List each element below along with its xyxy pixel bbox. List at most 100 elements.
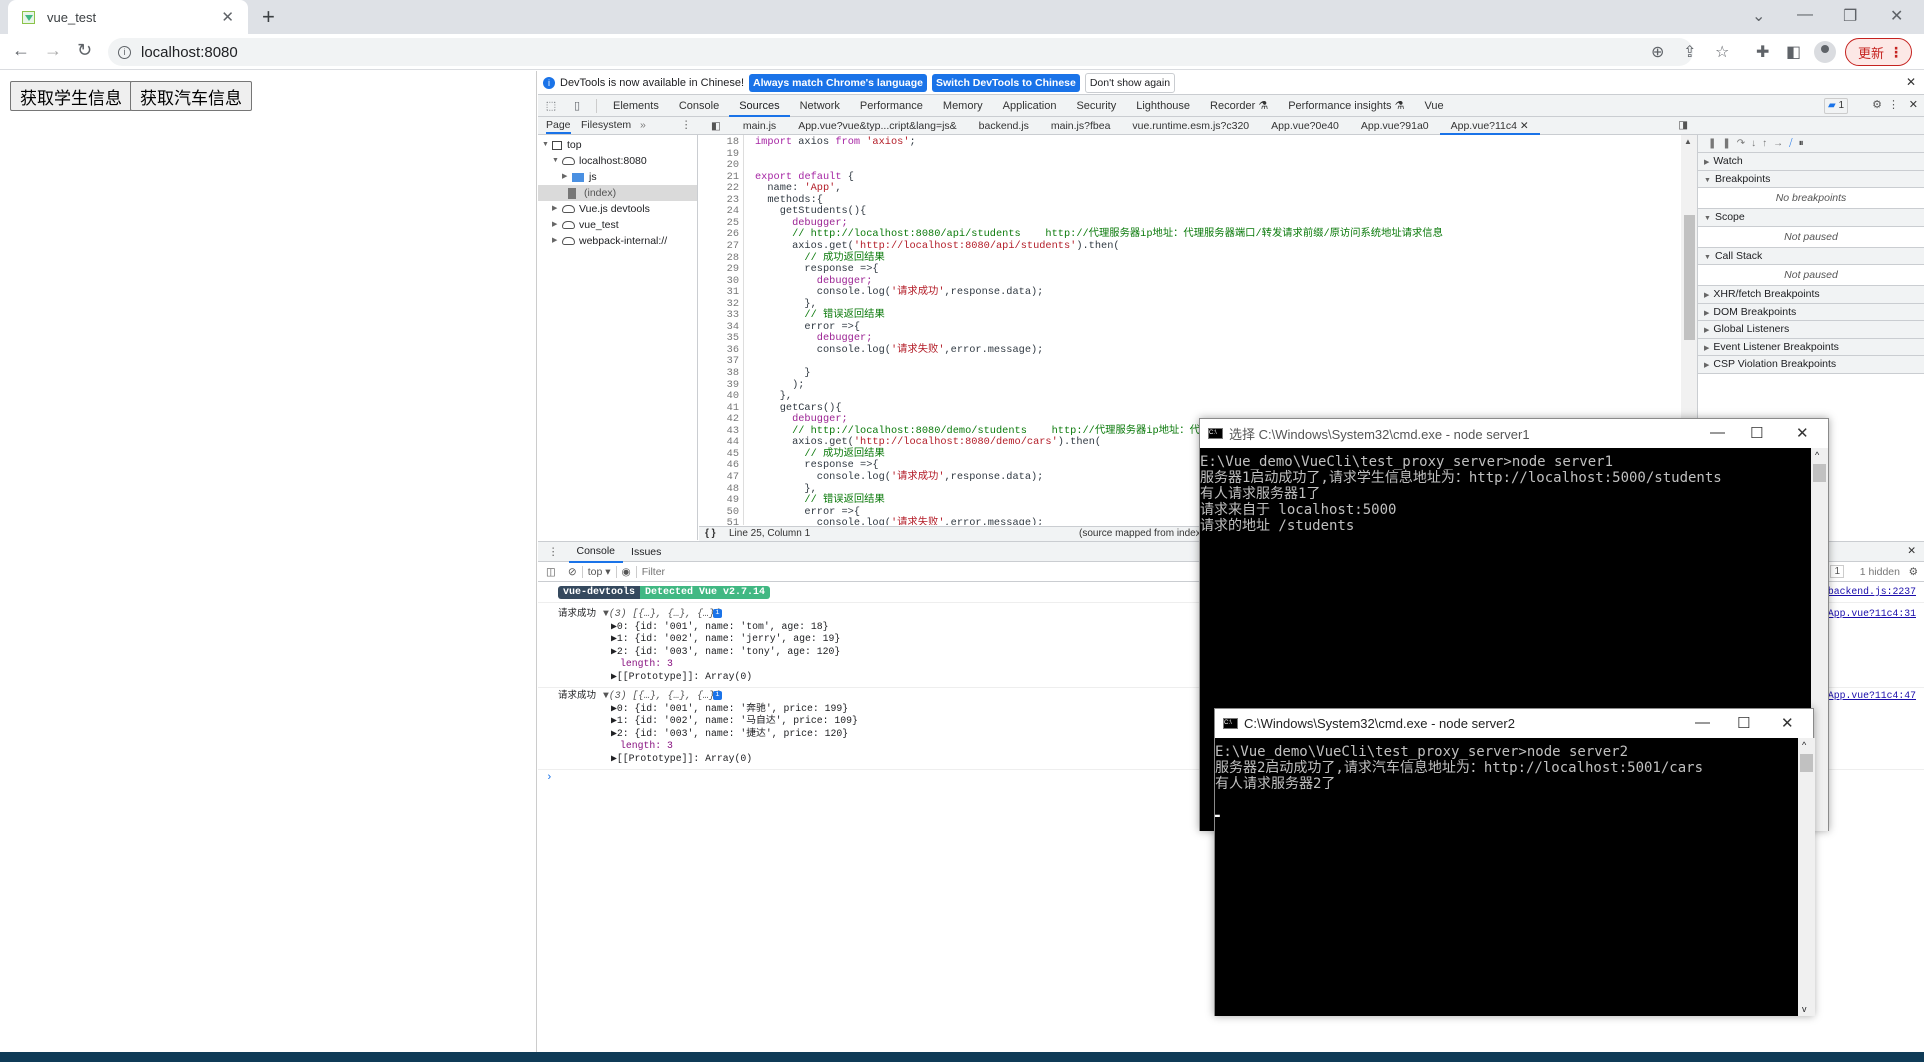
source-link[interactable]: App.vue?11c4:47 (1828, 690, 1916, 703)
menu-icon[interactable]: ⋮ (1889, 44, 1903, 61)
source-link[interactable]: backend.js:2237 (1828, 586, 1916, 597)
device-toggle-icon[interactable]: ▯ (564, 99, 590, 112)
tab-lighthouse[interactable]: Lighthouse (1126, 95, 1200, 117)
maximize-icon[interactable]: ☐ (1737, 714, 1750, 732)
url-text[interactable]: localhost:8080 (141, 44, 238, 61)
tree-item-top[interactable]: ▼ top (542, 137, 582, 153)
cmd-scrollbar[interactable]: ^ v (1798, 738, 1815, 1016)
step-out-icon[interactable]: ↑ (1762, 138, 1773, 149)
file-tab[interactable]: vue.runtime.esm.js?c320 (1121, 117, 1260, 135)
toggle-navigator-icon[interactable]: ◧ (700, 117, 732, 135)
clear-console-icon[interactable]: ⊘ (568, 566, 577, 578)
tree-item-webpack[interactable]: ▶ webpack-internal:// (552, 233, 667, 249)
toggle-debugger-icon[interactable]: ◨ (1678, 119, 1688, 131)
minimize-icon[interactable]: — (1797, 6, 1813, 24)
drawer-tab-issues[interactable]: Issues (623, 542, 669, 562)
section-header[interactable]: ▼ Scope (1698, 209, 1924, 227)
scroll-up-icon[interactable]: ^ (1802, 740, 1806, 750)
console-filter-input[interactable] (641, 565, 1142, 578)
tab-security[interactable]: Security (1066, 95, 1126, 117)
update-button[interactable]: 更新 ⋮ (1845, 38, 1912, 66)
switch-chinese-button[interactable]: Switch DevTools to Chinese (932, 73, 1080, 92)
array-item[interactable]: ▶0: {id: '001', name: '奔驰', price: 199} (611, 703, 848, 716)
info-icon[interactable]: i (713, 609, 722, 618)
sidebar-toggle-icon[interactable]: ◫ (546, 566, 556, 578)
pause-icon[interactable]: ❚❚ (1708, 138, 1737, 149)
tree-item-vue-test[interactable]: ▶ vue_test (552, 217, 619, 233)
line-number[interactable]: 20 (699, 160, 739, 172)
section-header[interactable]: ▶ CSP Violation Breakpoints (1698, 356, 1924, 374)
settings-icon[interactable]: ⚙ (1872, 98, 1882, 111)
close-tab-icon[interactable]: ✕ (221, 8, 234, 26)
scrollbar-thumb[interactable] (1813, 464, 1826, 482)
close-file-icon[interactable]: ✕ (1520, 120, 1529, 132)
match-language-button[interactable]: Always match Chrome's language (749, 73, 928, 92)
tree-item-vue-devtools[interactable]: ▶ Vue.js devtools (552, 201, 650, 217)
line-number[interactable]: 29 (699, 263, 739, 276)
file-tab[interactable]: App.vue?vue&typ...cript&lang=js& (787, 117, 967, 135)
context-selector[interactable]: top ▾ (588, 566, 611, 578)
tab-vue[interactable]: Vue (1414, 95, 1453, 117)
array-prototype[interactable]: ▶[[Prototype]]: Array(0) (611, 753, 752, 766)
array-item[interactable]: ▶2: {id: '003', name: 'tony', age: 120} (611, 646, 840, 659)
address-bar[interactable]: i localhost:8080 (108, 38, 1693, 66)
window-close-icon[interactable]: ✕ (1890, 6, 1903, 26)
get-students-button[interactable]: 获取学生信息 (10, 81, 132, 111)
reload-icon[interactable]: ↻ (77, 40, 92, 61)
forward-icon[interactable]: → (44, 40, 62, 61)
issues-counter[interactable]: ▰ 1 (1823, 98, 1848, 114)
line-number[interactable]: 49 (699, 494, 739, 507)
restore-icon[interactable]: ❐ (1843, 6, 1857, 26)
nav-tab-page[interactable]: Page (546, 119, 571, 134)
close-icon[interactable]: ✕ (1796, 424, 1809, 442)
close-icon[interactable]: ✕ (1781, 714, 1794, 732)
array-prototype[interactable]: ▶[[Prototype]]: Array(0) (611, 671, 752, 684)
scrollbar-thumb[interactable] (1684, 215, 1695, 340)
step-icon[interactable]: → (1773, 138, 1789, 149)
maximize-icon[interactable]: ☐ (1750, 424, 1763, 442)
tab-network[interactable]: Network (790, 95, 850, 117)
section-header[interactable]: ▼ Breakpoints (1698, 170, 1924, 188)
cmd-window-server2[interactable]: C:\ C:\Windows\System32\cmd.exe - node s… (1214, 708, 1815, 1016)
line-number[interactable]: 22 (699, 183, 739, 195)
tree-item-index[interactable]: (index) (538, 185, 697, 201)
array-item[interactable]: ▶0: {id: '001', name: 'tom', age: 18} (611, 621, 829, 634)
minimize-icon[interactable]: — (1695, 714, 1710, 731)
tab-recorder[interactable]: Recorder ⚗ (1200, 95, 1278, 117)
tab-performance-insights[interactable]: Performance insights ⚗ (1278, 95, 1414, 117)
close-drawer-icon[interactable]: ✕ (1907, 545, 1916, 557)
console-prompt[interactable]: › (546, 772, 553, 784)
step-into-icon[interactable]: ↓ (1751, 138, 1762, 149)
tree-item-localhost[interactable]: ▼ localhost:8080 (552, 153, 647, 169)
cmd-titlebar[interactable]: C:\ 选择 C:\Windows\System32\cmd.exe - nod… (1200, 419, 1828, 448)
line-number[interactable]: 27 (699, 240, 739, 253)
file-tab[interactable]: backend.js (968, 117, 1040, 135)
section-header[interactable]: ▶ Event Listener Breakpoints (1698, 338, 1924, 356)
sidepanel-icon[interactable]: ◧ (1786, 42, 1801, 62)
info-icon[interactable]: i (118, 45, 131, 59)
inspect-icon[interactable]: ⬚ (538, 99, 564, 112)
drawer-menu-icon[interactable]: ⋮ (538, 546, 569, 558)
file-tab[interactable]: main.js (732, 117, 787, 135)
section-header[interactable]: ▶ Global Listeners (1698, 321, 1924, 339)
tab-memory[interactable]: Memory (933, 95, 993, 117)
console-settings-icon[interactable]: ⚙ (1909, 566, 1918, 578)
line-number[interactable]: 42 (699, 414, 739, 426)
file-tab-active[interactable]: App.vue?11c4 ✕ (1439, 117, 1540, 135)
array-summary[interactable]: ▼(3) [{…}, {…}, {…}] (603, 608, 721, 621)
tab-performance[interactable]: Performance (850, 95, 933, 117)
close-banner-icon[interactable]: ✕ (1906, 75, 1916, 89)
pause-on-exceptions-icon[interactable]: ⏸ (1799, 138, 1810, 149)
star-icon[interactable]: ☆ (1715, 42, 1729, 62)
file-tab[interactable]: main.js?fbea (1040, 117, 1122, 135)
tab-elements[interactable]: Elements (603, 95, 669, 117)
file-tab[interactable]: App.vue?91a0 (1350, 117, 1440, 135)
more-icon[interactable]: ⋮ (1888, 98, 1899, 111)
more-tabs-icon[interactable]: » (640, 119, 646, 131)
scroll-down-icon[interactable]: v (1802, 1004, 1807, 1014)
line-number[interactable]: 47 (699, 471, 739, 484)
tab-application[interactable]: Application (993, 95, 1067, 117)
back-icon[interactable]: ← (12, 40, 30, 61)
nav-menu-icon[interactable]: ⋮ (681, 119, 692, 131)
line-number[interactable]: 18 (699, 136, 739, 149)
